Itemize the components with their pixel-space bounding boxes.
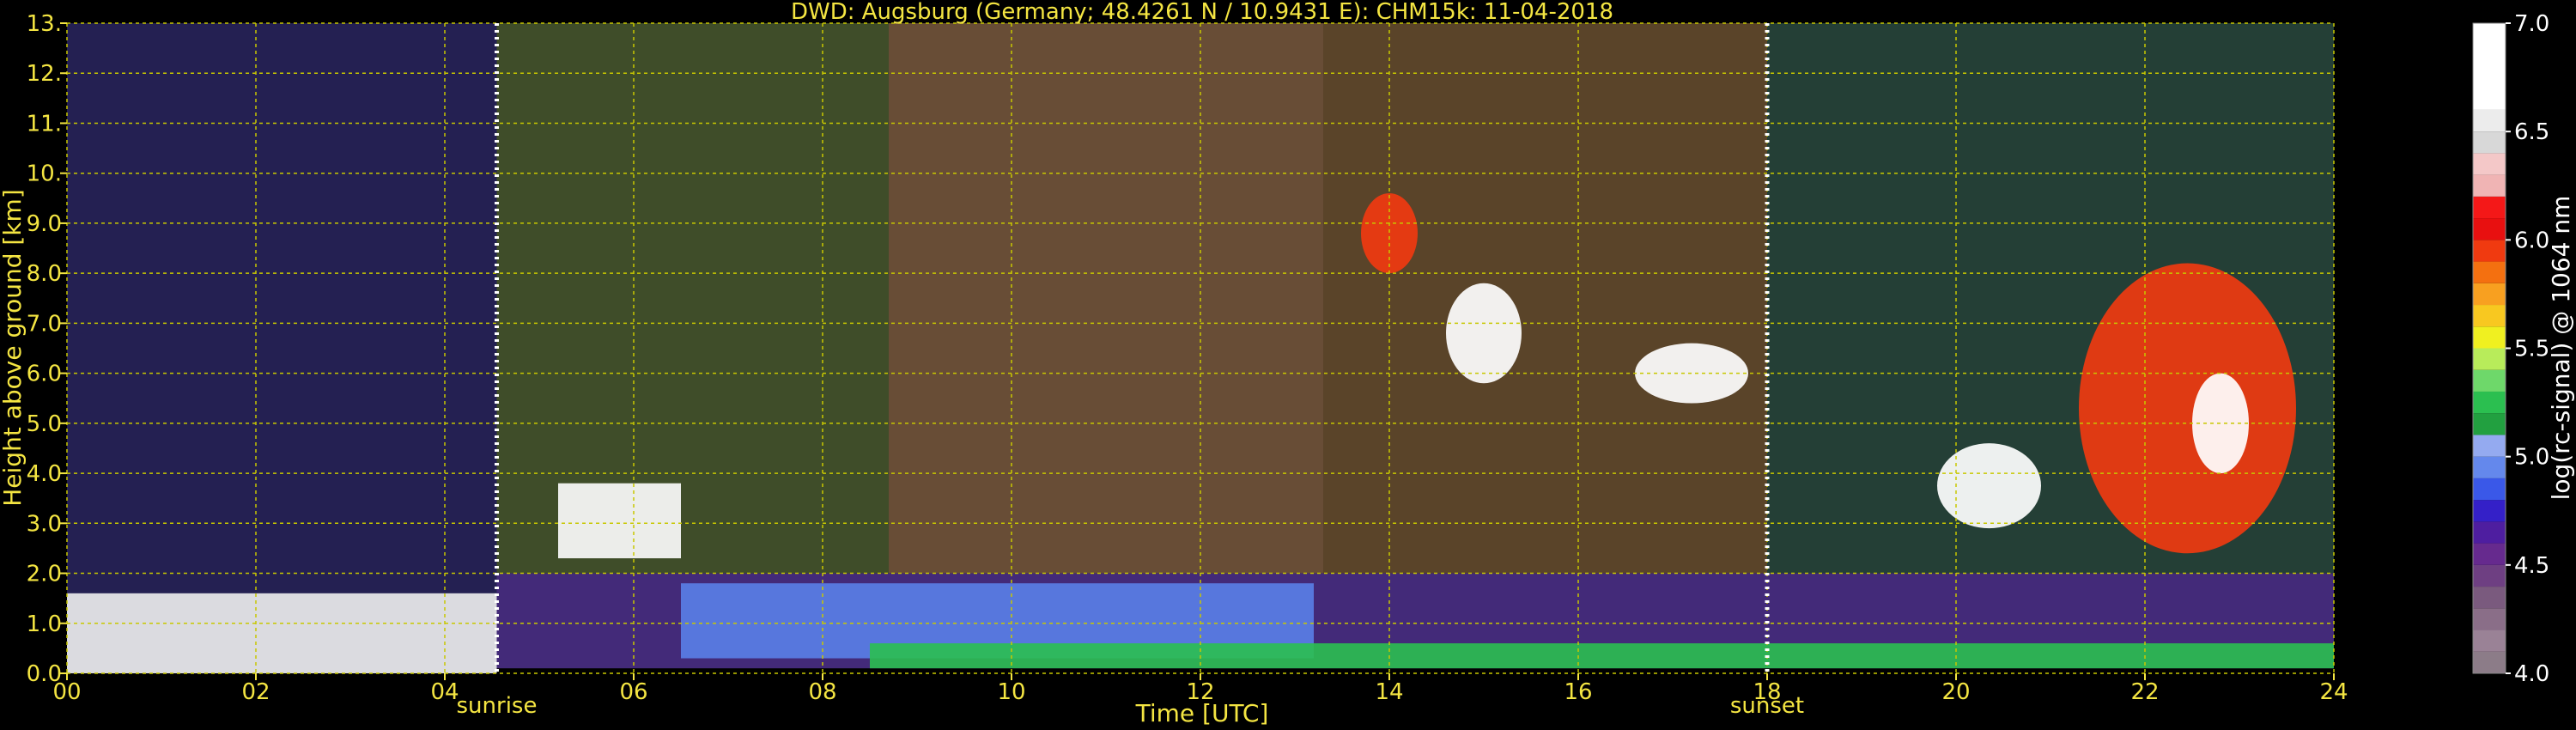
x-tick-label: 18 — [1753, 679, 1781, 705]
colorbar-band — [2473, 261, 2506, 283]
colorbar-band — [2473, 174, 2506, 197]
colorbar-band — [2473, 131, 2506, 154]
x-tick-label: 24 — [2319, 679, 2348, 705]
colorbar-band — [2473, 369, 2506, 392]
colorbar-band — [2473, 500, 2506, 522]
background-region — [889, 23, 1323, 574]
y-tick-label: 1.0 — [27, 611, 62, 637]
cloud-feature — [2079, 263, 2296, 554]
x-tick-label: 22 — [2130, 679, 2159, 705]
colorbar-tick-label: 5.5 — [2514, 337, 2549, 362]
colorbar-tick-label: 4.5 — [2514, 553, 2549, 579]
colorbar-band — [2473, 543, 2506, 565]
x-tick-label: 20 — [1941, 679, 1970, 705]
colorbar-band — [2473, 435, 2506, 457]
colorbar-band — [2473, 348, 2506, 370]
colorbar-band — [2473, 196, 2506, 219]
colorbar-band — [2473, 326, 2506, 349]
cloud-feature — [1446, 283, 1522, 384]
colorbar-band — [2473, 630, 2506, 652]
y-tick-label: 8.0 — [27, 261, 62, 287]
y-tick-label: 7.0 — [27, 311, 62, 337]
y-tick-label: 12. — [27, 61, 62, 87]
colorbar-tick-label: 6.5 — [2514, 119, 2549, 145]
colorbar-band — [2473, 521, 2506, 544]
colorbar-band — [2473, 564, 2506, 587]
ceilometer-chart: sunrise sunset 00 02 04 06 08 10 12 14 16 18 20 22 24… — [0, 0, 2575, 727]
colorbar-band — [2473, 218, 2506, 240]
y-tick-label: 6.0 — [27, 362, 62, 387]
colorbar-band — [2473, 478, 2506, 501]
colorbar-band — [2473, 456, 2506, 478]
colorbar-band — [2473, 109, 2506, 132]
y-tick-label: 5.0 — [27, 411, 62, 437]
colorbar-tick-label: 7.0 — [2514, 11, 2549, 37]
aerosol-layer — [558, 483, 681, 559]
colorbar-label: log(rc-signal) @ 1064 nm — [2547, 196, 2575, 501]
x-tick-label: 14 — [1375, 679, 1403, 705]
y-tick-label: 13. — [27, 11, 62, 37]
y-tick-label: 11. — [27, 111, 62, 137]
colorbar-band — [2473, 305, 2506, 327]
x-tick-label: 10 — [997, 679, 1025, 705]
colorbar-band — [2473, 608, 2506, 630]
y-tick-label: 3.0 — [27, 511, 62, 537]
colorbar-band — [2473, 23, 2506, 110]
y-tick-label: 9.0 — [27, 211, 62, 237]
x-tick-label: 06 — [619, 679, 647, 705]
aerosol-layer — [67, 593, 497, 673]
colorbar-band — [2473, 153, 2506, 175]
colorbar-tick-label: 5.0 — [2514, 445, 2549, 471]
colorbar-band — [2473, 391, 2506, 414]
background-region — [496, 23, 889, 574]
aerosol-layer — [870, 643, 2334, 669]
y-tick-label: 0.0 — [27, 661, 62, 687]
lidar-figure: sunrise sunset 00 02 04 06 08 10 12 14 16 18 20 22 24… — [0, 0, 2576, 730]
x-tick-label: 08 — [808, 679, 836, 705]
colorbar-band — [2473, 283, 2506, 306]
colorbar-tick-label: 4.0 — [2514, 661, 2549, 687]
colorbar-band — [2473, 651, 2506, 673]
y-tick-label: 4.0 — [27, 461, 62, 487]
cloud-feature — [1937, 443, 2041, 529]
colorbar-band — [2473, 240, 2506, 262]
colorbar-band — [2473, 587, 2506, 609]
x-tick-label: 02 — [241, 679, 270, 705]
y-axis-label: Height above ground [km] — [0, 189, 27, 507]
chart-title: DWD: Augsburg (Germany; 48.4261 N / 10.9… — [791, 0, 1613, 25]
colorbar-band — [2473, 413, 2506, 435]
x-axis-label: Time [UTC] — [1135, 699, 1269, 727]
x-tick-label: 16 — [1564, 679, 1592, 705]
x-tick-label: 04 — [430, 679, 459, 705]
y-tick-label: 10. — [27, 161, 62, 187]
annotation-label: sunrise — [457, 693, 538, 719]
colorbar-tick-label: 6.0 — [2514, 228, 2549, 253]
y-tick-label: 2.0 — [27, 562, 62, 587]
background-region — [67, 23, 497, 673]
